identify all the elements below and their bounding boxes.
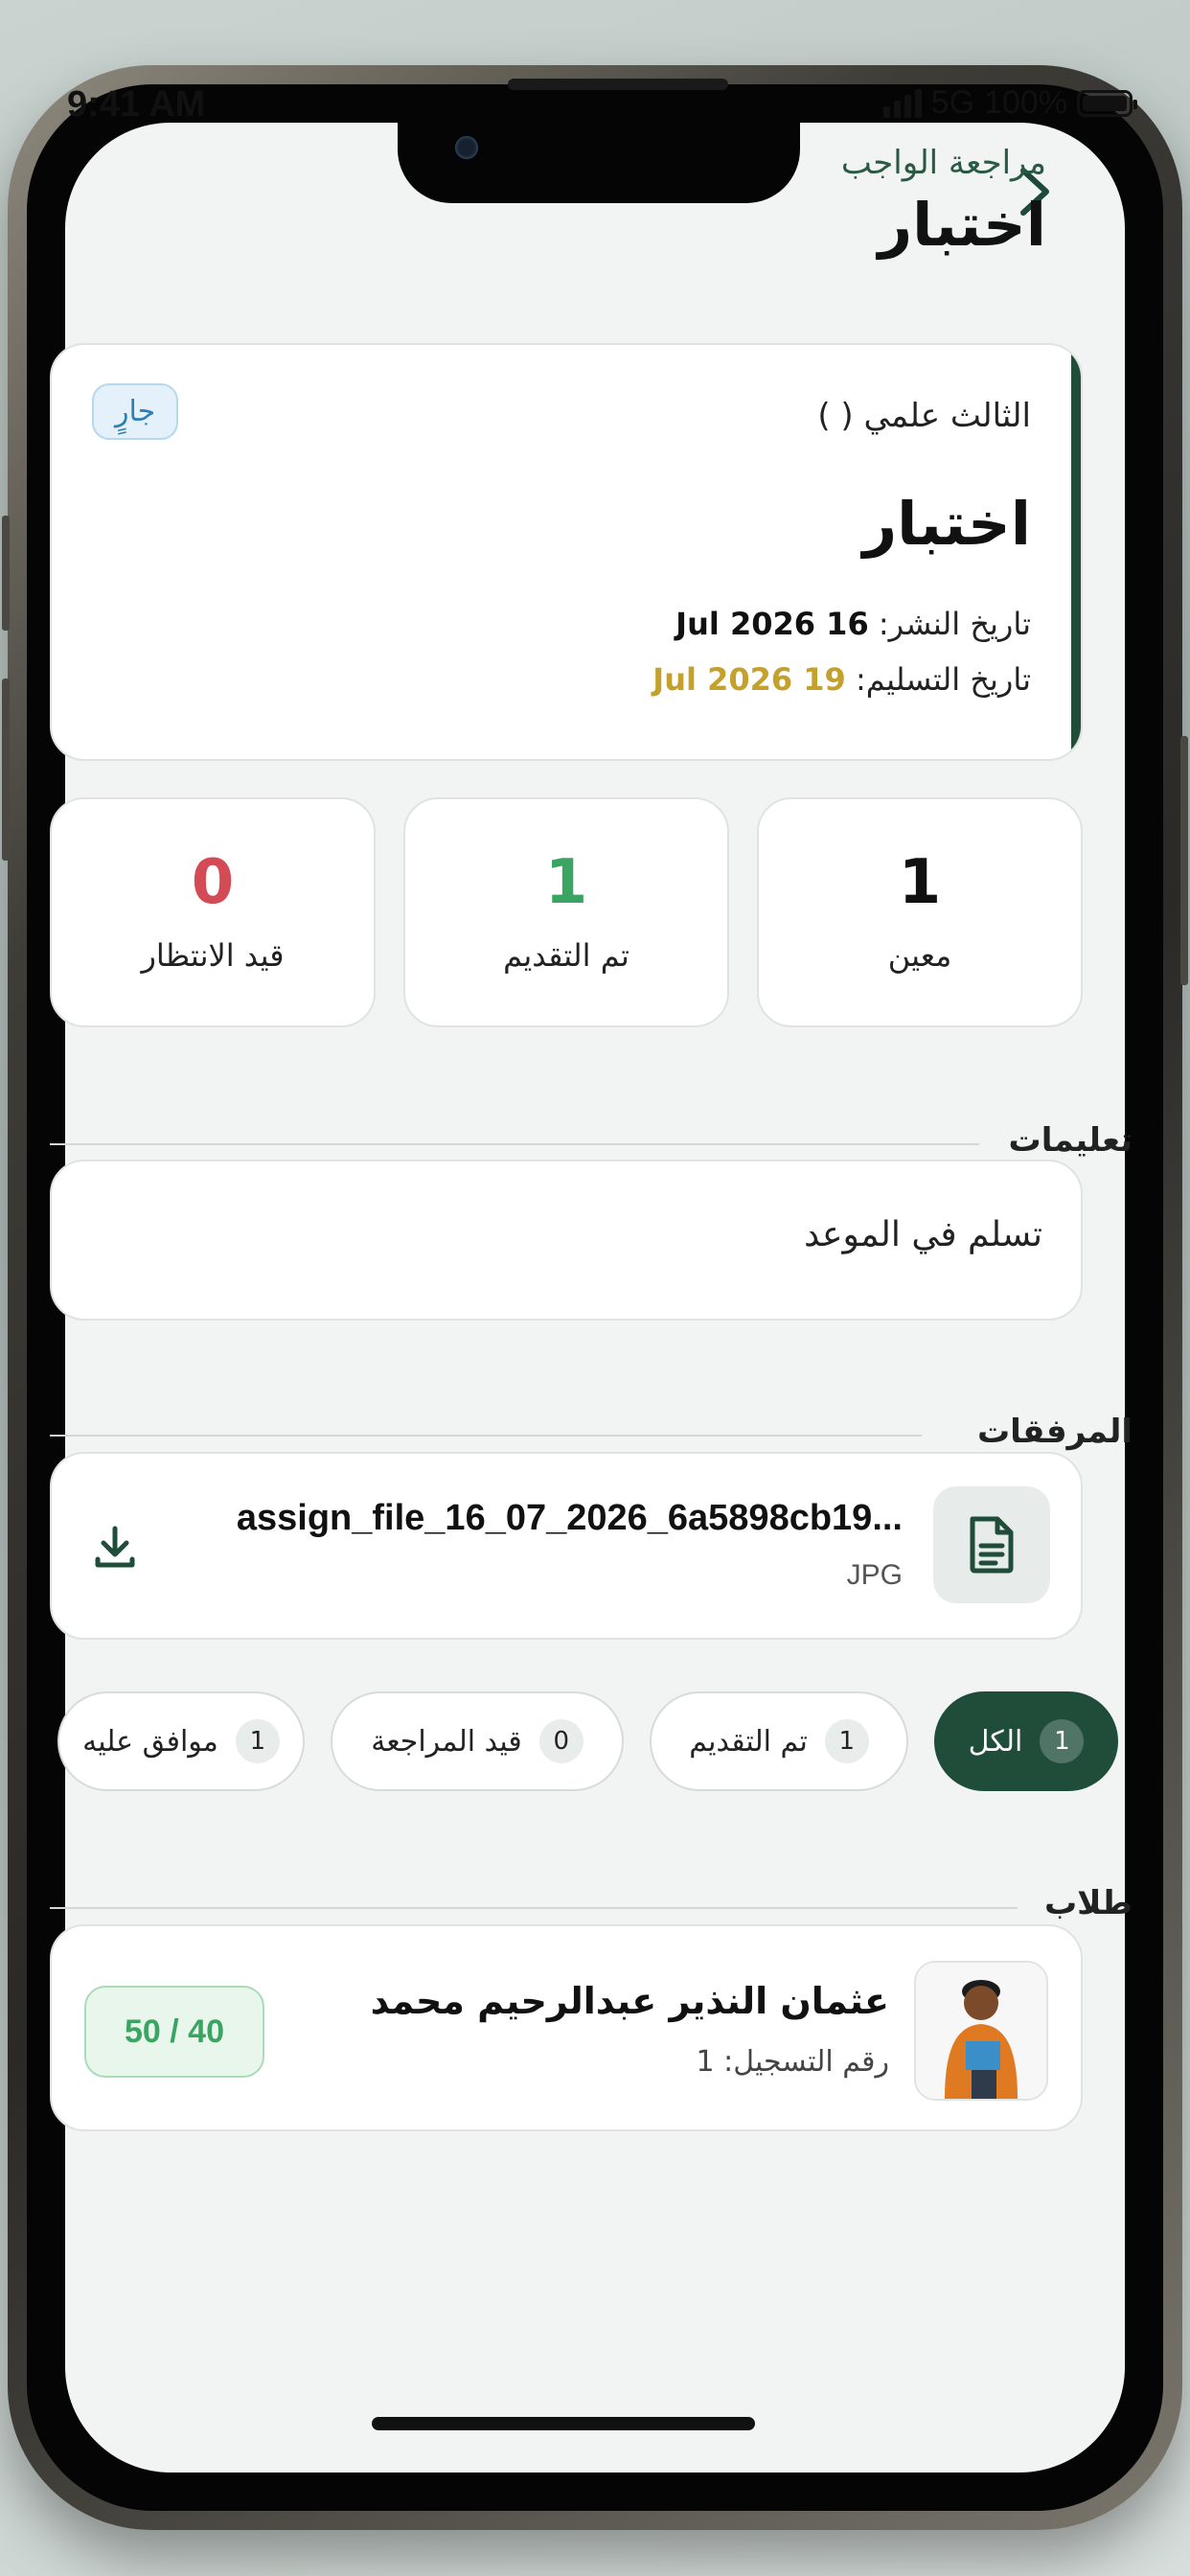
battery-icon bbox=[1077, 89, 1137, 117]
network-type: 5G bbox=[930, 84, 975, 121]
stat-value: 1 bbox=[898, 847, 942, 918]
chip-count: 1 bbox=[1040, 1719, 1085, 1763]
side-button bbox=[2, 678, 10, 861]
front-camera bbox=[455, 136, 478, 159]
status-time: 9:41 AM bbox=[67, 84, 206, 125]
filter-chip-under-review[interactable]: 0 قيد المراجعة bbox=[331, 1691, 624, 1791]
class-name: الثالث علمي ( ) bbox=[817, 397, 1031, 435]
earpiece-speaker bbox=[508, 79, 728, 90]
header-subtitle: مراجعة الواجب bbox=[840, 144, 1046, 182]
due-date: 19 Jul 2026 bbox=[652, 661, 846, 698]
home-indicator[interactable] bbox=[372, 2417, 755, 2430]
attachment-card[interactable]: assign_file_16_07_2026_6a5898cb19... JPG bbox=[50, 1452, 1083, 1640]
filter-chip-approved[interactable]: 1 موافق عليه bbox=[57, 1691, 305, 1791]
chip-count: 1 bbox=[824, 1719, 869, 1763]
notch bbox=[398, 115, 800, 203]
page-title: اختبار bbox=[878, 190, 1046, 260]
instructions-heading: تعليمات bbox=[1008, 1121, 1133, 1160]
assignment-card: جارٍ الثالث علمي ( ) اختبار تاريخ النشر:… bbox=[50, 343, 1083, 761]
grade-badge: 50 / 40 bbox=[84, 1986, 264, 2078]
avatar bbox=[914, 1961, 1048, 2101]
side-button bbox=[1180, 736, 1188, 985]
chip-label: قيد المراجعة bbox=[371, 1724, 522, 1759]
file-type: JPG bbox=[846, 1559, 903, 1591]
chip-count: 0 bbox=[538, 1719, 584, 1763]
student-registration: رقم التسجيل: 1 bbox=[696, 2045, 890, 2079]
stat-label: تم التقديم bbox=[503, 937, 629, 974]
stat-assigned: 1 معين bbox=[757, 797, 1083, 1027]
stat-submitted: 1 تم التقديم bbox=[403, 797, 729, 1027]
stat-value: 0 bbox=[191, 847, 235, 918]
assignment-title: اختبار bbox=[862, 489, 1031, 559]
chip-label: موافق عليه bbox=[82, 1724, 218, 1759]
file-name: assign_file_16_07_2026_6a5898cb19... bbox=[236, 1498, 903, 1538]
battery-percent: 100% bbox=[984, 84, 1067, 121]
student-name: عثمان النذير عبدالرحيم محمد bbox=[370, 1980, 889, 2022]
chip-count: 1 bbox=[235, 1719, 280, 1763]
document-icon bbox=[970, 1516, 1014, 1574]
file-icon-box bbox=[933, 1486, 1050, 1603]
instructions-text: تسلم في الموعد bbox=[804, 1215, 1042, 1254]
side-button bbox=[2, 516, 10, 631]
student-card[interactable]: عثمان النذير عبدالرحيم محمد رقم التسجيل:… bbox=[50, 1924, 1083, 2131]
status-badge: جارٍ bbox=[92, 383, 179, 440]
publish-date-label: تاريخ النشر: bbox=[878, 606, 1031, 642]
download-button[interactable] bbox=[86, 1519, 144, 1576]
divider bbox=[50, 1143, 979, 1145]
chip-label: تم التقديم bbox=[689, 1724, 808, 1759]
publish-date-row: تاريخ النشر: 16 Jul 2026 bbox=[675, 606, 1031, 642]
stat-pending: 0 قيد الانتظار bbox=[50, 797, 376, 1027]
status-indicators: 5G 100% bbox=[882, 84, 1137, 122]
divider bbox=[50, 1907, 1018, 1909]
filter-chip-all[interactable]: 1 الكل bbox=[934, 1691, 1118, 1791]
filter-chip-submitted[interactable]: 1 تم التقديم bbox=[650, 1691, 908, 1791]
signal-bars-icon bbox=[882, 88, 922, 118]
students-heading: طلاب bbox=[1043, 1884, 1133, 1922]
attachments-heading: المرفقات bbox=[976, 1413, 1133, 1451]
divider bbox=[50, 1435, 922, 1437]
student-avatar-icon bbox=[916, 1963, 1046, 2099]
download-icon bbox=[95, 1526, 135, 1568]
stat-label: قيد الانتظار bbox=[141, 937, 285, 974]
due-date-row: تاريخ التسليم: 19 Jul 2026 bbox=[652, 661, 1031, 698]
chip-label: الكل bbox=[968, 1724, 1023, 1759]
instructions-card: تسلم في الموعد bbox=[50, 1160, 1083, 1321]
due-date-label: تاريخ التسليم: bbox=[855, 661, 1031, 698]
stat-label: معين bbox=[887, 937, 952, 974]
stat-value: 1 bbox=[544, 847, 588, 918]
publish-date: 16 Jul 2026 bbox=[675, 606, 869, 642]
card-accent bbox=[1071, 345, 1081, 759]
